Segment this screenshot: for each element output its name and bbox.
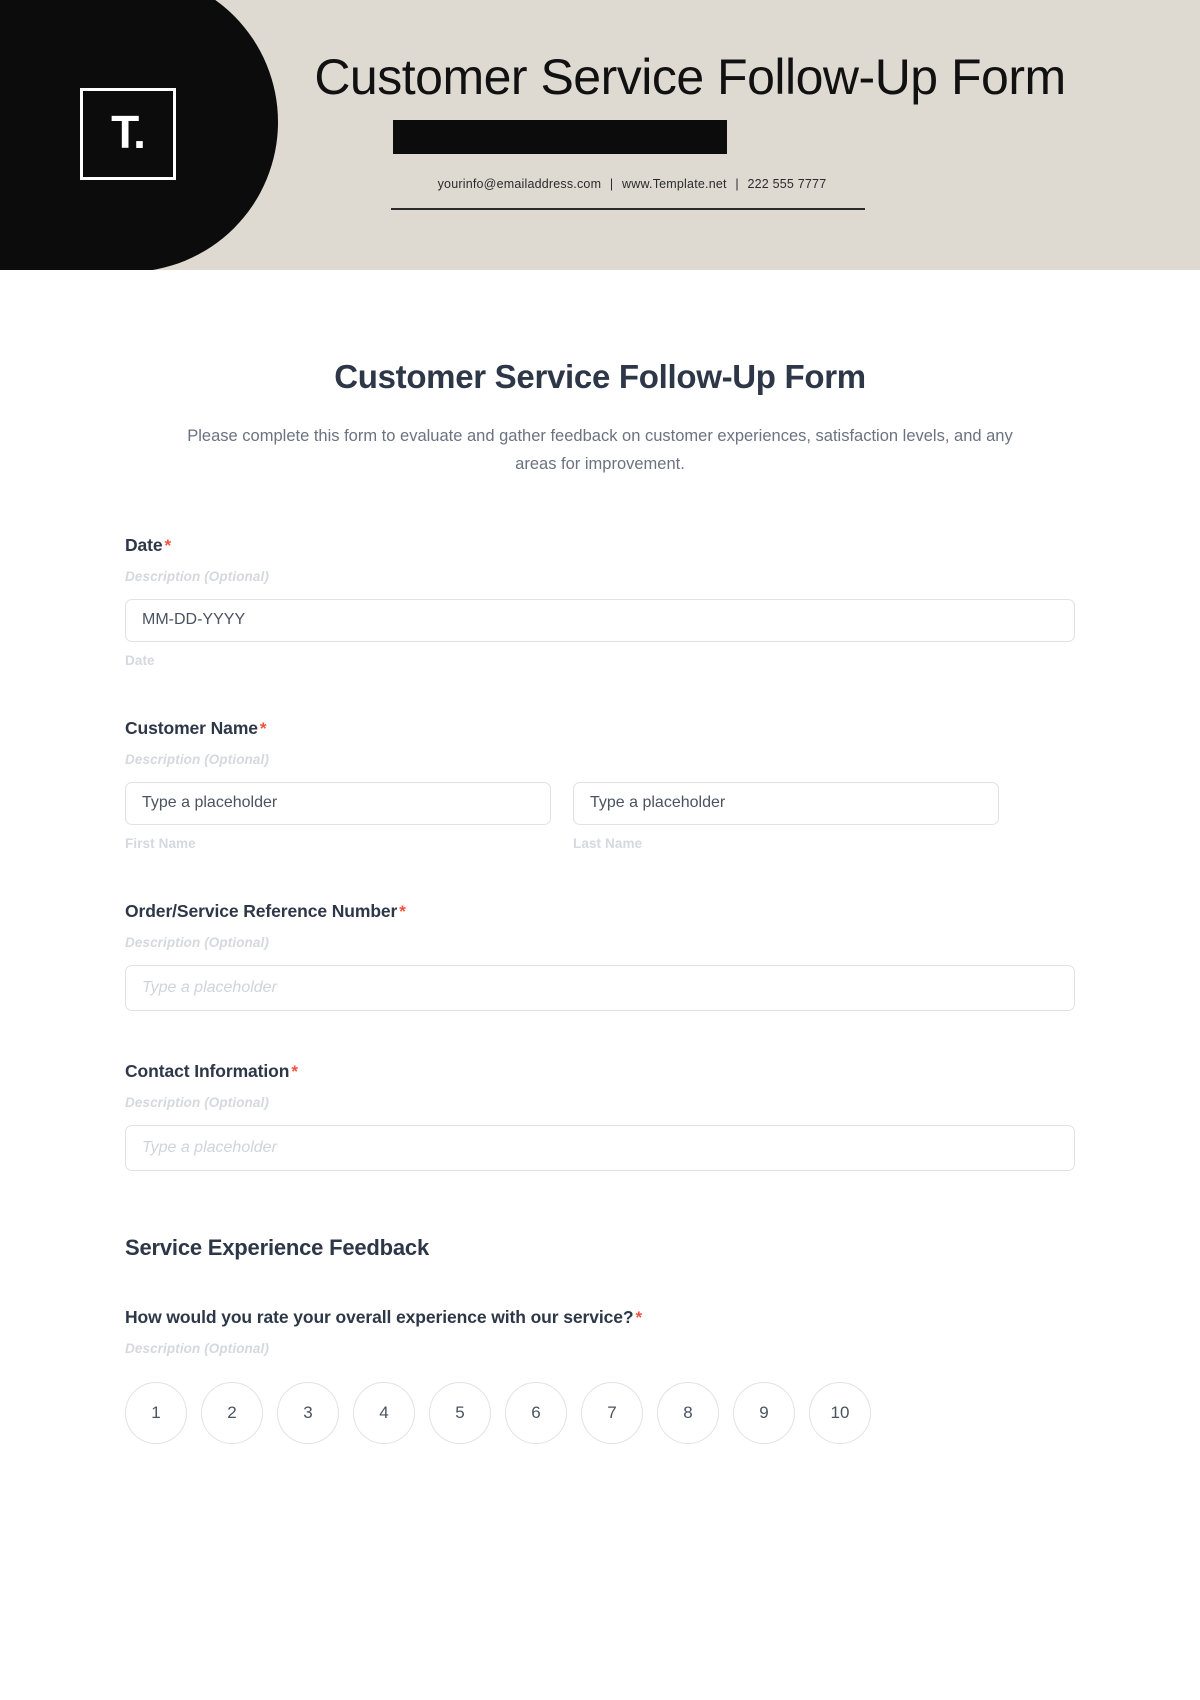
logo-frame: T. bbox=[80, 88, 176, 180]
field-label-customer-name-text: Customer Name bbox=[125, 717, 258, 738]
input-row-contact-information: Type a placeholder bbox=[125, 1124, 1075, 1171]
page-title: Customer Service Follow-Up Form bbox=[334, 358, 866, 395]
contact-phone: 222 555 7777 bbox=[747, 177, 827, 191]
sub-label-row-customer-name: First Name Last Name bbox=[125, 836, 1075, 851]
input-row-order-reference: Type a placeholder bbox=[125, 964, 1075, 1011]
field-date: Date * Description (Optional) MM-DD-YYYY … bbox=[125, 535, 1075, 668]
required-asterisk: * bbox=[164, 535, 172, 555]
input-row-customer-name: Type a placeholder Type a placeholder bbox=[125, 781, 1075, 825]
date-input[interactable]: MM-DD-YYYY bbox=[125, 598, 1075, 642]
field-contact-information: Contact Information * Description (Option… bbox=[125, 1061, 1075, 1171]
field-label-contact-information: Contact Information * bbox=[125, 1061, 1075, 1082]
question-label-overall-rating: How would you rate your overall experien… bbox=[125, 1307, 1075, 1328]
first-name-input[interactable]: Type a placeholder bbox=[125, 781, 551, 825]
sub-label-row-date: Date bbox=[125, 653, 1075, 668]
date-sub-label: Date bbox=[125, 652, 155, 668]
field-hint-contact-information: Description (Optional) bbox=[125, 1094, 269, 1110]
field-label-order-reference-text: Order/Service Reference Number bbox=[125, 900, 398, 921]
rating-option-4[interactable]: 4 bbox=[353, 1381, 415, 1444]
field-hint-customer-name: Description (Optional) bbox=[125, 751, 269, 767]
letterhead-divider bbox=[391, 208, 865, 210]
field-hint-overall-rating: Description (Optional) bbox=[125, 1340, 269, 1356]
contact-information-input[interactable]: Type a placeholder bbox=[125, 1124, 1075, 1171]
first-name-sub-label: First Name bbox=[125, 835, 196, 851]
required-asterisk: * bbox=[291, 1061, 298, 1081]
field-order-reference: Order/Service Reference Number * Descript… bbox=[125, 901, 1075, 1011]
last-name-sub-label: Last Name bbox=[573, 835, 643, 851]
letterhead-title: Customer Service Follow-Up Form bbox=[314, 49, 1066, 105]
contact-website: www.Template.net bbox=[622, 177, 727, 191]
input-row-date: MM-DD-YYYY bbox=[125, 598, 1075, 642]
contact-separator-2: | bbox=[735, 177, 739, 191]
contact-separator-1: | bbox=[609, 177, 614, 191]
field-hint-date: Description (Optional) bbox=[125, 568, 269, 584]
rating-option-2[interactable]: 2 bbox=[201, 1381, 263, 1444]
order-reference-input[interactable]: Type a placeholder bbox=[125, 964, 1075, 1011]
letterhead-contact-line: yourinfo@emailaddress.com | www.Template… bbox=[391, 177, 873, 191]
rating-option-9[interactable]: 9 bbox=[733, 1381, 795, 1444]
required-asterisk: * bbox=[635, 1307, 642, 1327]
rating-option-10[interactable]: 10 bbox=[809, 1381, 871, 1444]
section-heading-service-experience: Service Experience Feedback bbox=[125, 1234, 430, 1260]
rating-scale: 1 2 3 4 5 6 7 8 9 10 bbox=[125, 1381, 1075, 1444]
rating-option-5[interactable]: 5 bbox=[429, 1381, 491, 1444]
required-asterisk: * bbox=[259, 718, 267, 738]
form-body: Customer Service Follow-Up Form Please c… bbox=[0, 358, 1200, 1444]
brand-logo-icon: T. bbox=[111, 106, 146, 158]
form-description: Please complete this form to evaluate an… bbox=[187, 427, 1013, 474]
rating-option-8[interactable]: 8 bbox=[657, 1381, 719, 1444]
rating-option-7[interactable]: 7 bbox=[581, 1381, 643, 1444]
field-label-contact-information-text: Contact Information bbox=[125, 1060, 290, 1081]
field-label-date: Date * bbox=[125, 535, 1075, 556]
field-customer-name: Customer Name * Description (Optional) Ty… bbox=[125, 718, 1075, 851]
letterhead-black-bar bbox=[393, 120, 727, 154]
field-label-order-reference: Order/Service Reference Number * bbox=[125, 901, 1075, 922]
rating-option-3[interactable]: 3 bbox=[277, 1381, 339, 1444]
rating-option-1[interactable]: 1 bbox=[125, 1381, 187, 1444]
rating-option-6[interactable]: 6 bbox=[505, 1381, 567, 1444]
required-asterisk: * bbox=[399, 901, 406, 921]
question-label-overall-rating-text: How would you rate your overall experien… bbox=[125, 1306, 634, 1327]
field-label-date-text: Date bbox=[125, 534, 163, 555]
field-hint-order-reference: Description (Optional) bbox=[125, 934, 269, 950]
last-name-input[interactable]: Type a placeholder bbox=[573, 781, 999, 825]
field-label-customer-name: Customer Name * bbox=[125, 718, 1075, 739]
contact-email: yourinfo@emailaddress.com bbox=[437, 177, 602, 191]
letterhead-banner: T. Customer Service Follow-Up Form youri… bbox=[0, 0, 1200, 270]
